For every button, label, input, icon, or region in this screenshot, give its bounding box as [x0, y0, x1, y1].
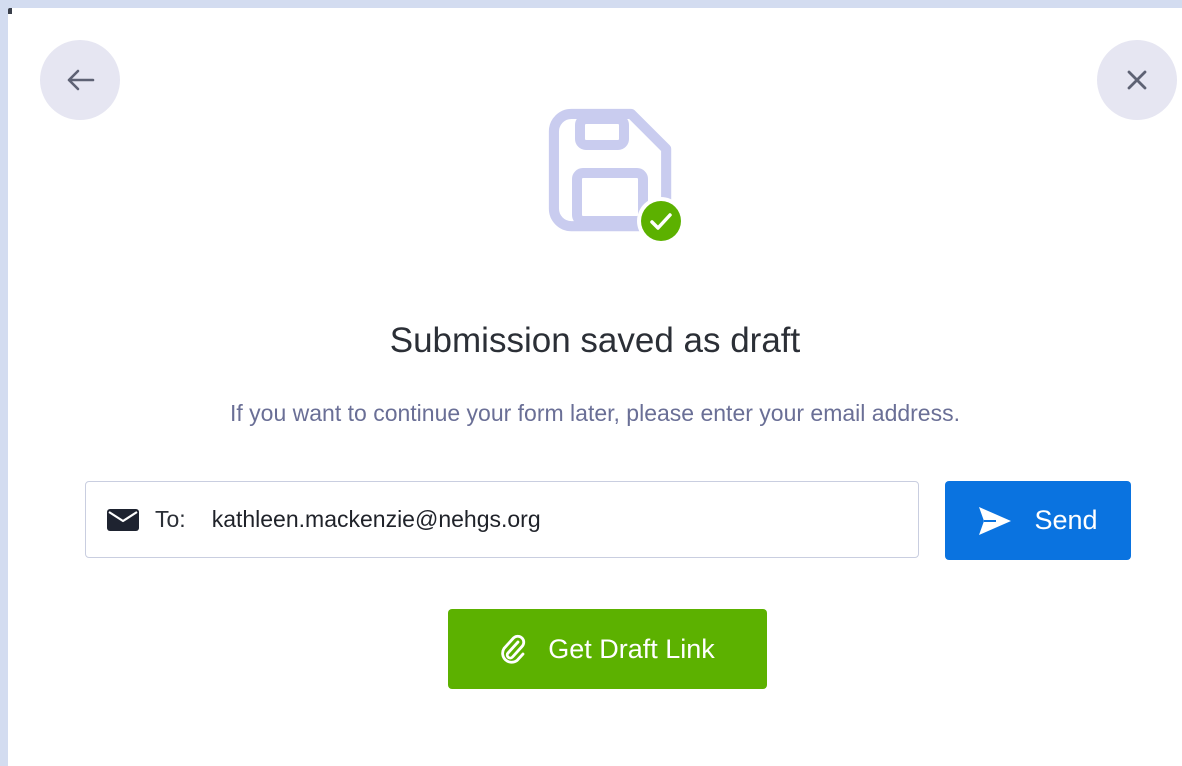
floppy-disk-check-icon: [547, 107, 687, 247]
email-input[interactable]: [211, 506, 852, 533]
email-field[interactable]: To:: [85, 481, 919, 558]
arrow-left-icon: [67, 69, 95, 91]
get-draft-link-label: Get Draft Link: [548, 633, 715, 664]
paperclip-icon: [500, 634, 528, 664]
send-button[interactable]: Send: [945, 481, 1131, 560]
close-icon: [1127, 70, 1147, 90]
save-draft-dialog: Submission saved as draft If you want to…: [8, 8, 1182, 766]
paper-plane-icon: [978, 504, 1012, 538]
back-button[interactable]: [40, 40, 120, 120]
envelope-icon: [107, 508, 139, 532]
dialog-subtitle: If you want to continue your form later,…: [230, 400, 960, 426]
send-label: Send: [1034, 505, 1098, 535]
close-button[interactable]: [1097, 40, 1177, 120]
dialog-title: Submission saved as draft: [389, 321, 801, 360]
get-draft-link-button[interactable]: Get Draft Link: [448, 609, 767, 689]
to-label: To:: [155, 506, 186, 532]
window-corner-mark: [8, 8, 12, 14]
